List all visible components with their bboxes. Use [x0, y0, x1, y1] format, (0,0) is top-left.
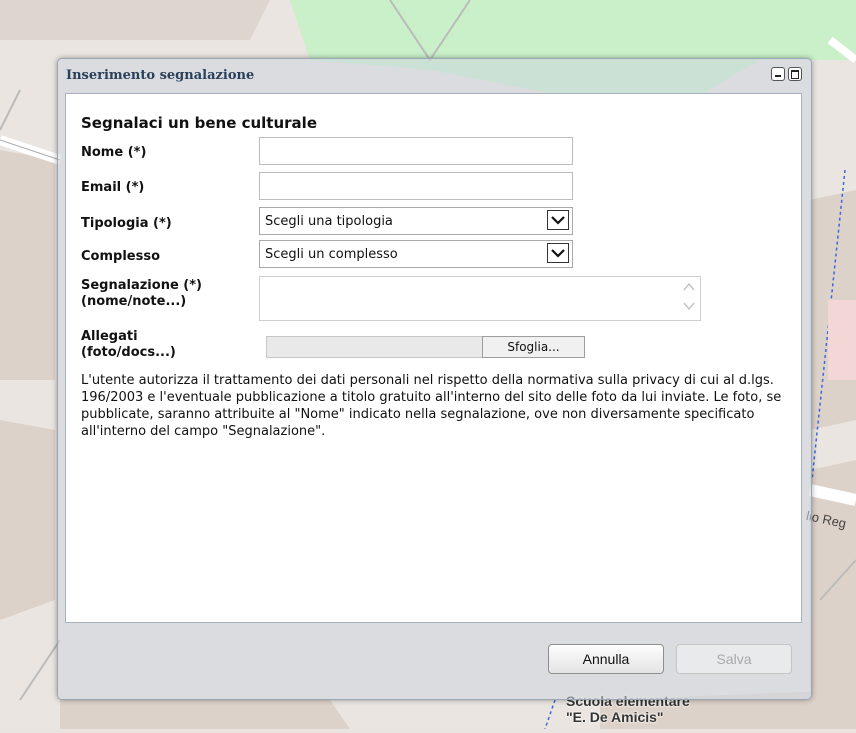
email-label: Email (*) — [81, 180, 145, 195]
attachments-label-line2: (foto/docs...) — [81, 345, 176, 360]
chevron-down-icon[interactable] — [547, 243, 569, 263]
name-label: Nome (*) — [81, 145, 147, 160]
dialog-title: Inserimento segnalazione — [66, 68, 255, 83]
minimize-icon[interactable] — [771, 67, 785, 81]
type-select-value: Scegli una tipologia — [265, 214, 393, 229]
privacy-notice: L'utente autorizza il trattamento dei da… — [81, 373, 782, 439]
attachments-label-line1: Allegati — [81, 329, 138, 344]
report-dialog: Inserimento segnalazione Segnalaci un be… — [57, 58, 812, 700]
complex-select-value: Scegli un complesso — [265, 247, 398, 262]
complex-select[interactable]: Scegli un complesso — [259, 240, 573, 268]
report-textarea[interactable] — [259, 276, 701, 321]
map-school-label-line2: "E. De Amicis" — [566, 709, 664, 725]
chevron-down-icon[interactable] — [547, 210, 569, 230]
name-field[interactable] — [259, 137, 573, 165]
complex-label: Complesso — [81, 249, 161, 264]
type-select[interactable]: Scegli una tipologia — [259, 207, 573, 235]
report-label-line2: (nome/note...) — [81, 294, 187, 309]
maximize-icon[interactable] — [788, 67, 802, 81]
browse-button[interactable]: Sfoglia... — [482, 336, 585, 358]
dialog-titlebar[interactable]: Inserimento segnalazione — [58, 59, 811, 93]
type-label: Tipologia (*) — [81, 216, 172, 231]
form-title: Segnalaci un bene culturale — [81, 114, 317, 132]
dialog-body: Segnalaci un bene culturale Nome (*) Ema… — [65, 93, 802, 623]
file-path-field[interactable] — [266, 336, 484, 358]
chevron-down-icon[interactable] — [683, 301, 695, 311]
cancel-button[interactable]: Annulla — [548, 644, 664, 674]
chevron-up-icon[interactable] — [683, 282, 695, 292]
email-field[interactable] — [259, 172, 573, 200]
report-label-line1: Segnalazione (*) — [81, 278, 202, 293]
save-button[interactable]: Salva — [676, 644, 792, 674]
